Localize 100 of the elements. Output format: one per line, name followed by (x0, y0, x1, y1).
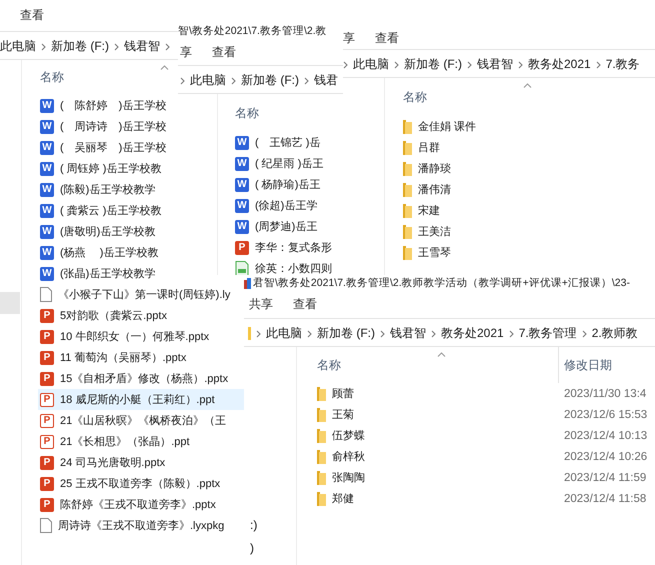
presentation-file-icon: P (40, 330, 54, 344)
breadcrumb-item[interactable]: 此电脑 (266, 325, 302, 342)
breadcrumb-item[interactable]: 教务处2021 (528, 56, 591, 73)
file-row[interactable]: 吕群 (401, 137, 440, 158)
presentation-file-icon: P (40, 498, 54, 512)
file-row[interactable]: P 李华：复式条形 (233, 237, 332, 258)
file-row[interactable]: W (唐敬明)岳王学校教 (38, 221, 156, 242)
file-row[interactable]: P 5对韵歌（龚紫云.pptx (38, 305, 167, 326)
file-row[interactable]: W (徐超)岳王学 (233, 195, 318, 216)
breadcrumb-item[interactable]: 此电脑 (353, 56, 389, 73)
column-header[interactable]: 名称 (403, 88, 427, 106)
file-row[interactable]: W (周梦迪)岳王 (233, 216, 318, 237)
column-header[interactable]: 名称 (40, 69, 64, 86)
ribbon-tab[interactable]: 查看 (293, 296, 317, 313)
ribbon-tab[interactable]: 共享 (249, 296, 273, 313)
file-row[interactable]: W ( 吴丽琴 )岳王学校 (38, 137, 166, 158)
breadcrumb-item[interactable]: 7.教务 (606, 56, 640, 73)
file-name: ( 吴丽琴 )岳王学校 (60, 141, 166, 155)
ribbon-tab[interactable]: 查看 (212, 44, 236, 61)
file-row[interactable]: 王菊 2023/12/6 15:53 (315, 404, 648, 425)
chevron-icon (582, 330, 587, 338)
file-row[interactable]: P 25 王戎不取道旁李（陈毅）.pptx (38, 473, 220, 494)
file-row[interactable]: W (张晶)岳王学校教学 (38, 263, 156, 284)
file-name: 王菊 (332, 408, 354, 422)
file-row[interactable]: 潘伟清 (401, 179, 451, 200)
chevron-icon (431, 330, 436, 338)
file-name: 潘伟清 (418, 183, 451, 197)
presentation-file-icon: P (40, 434, 54, 448)
file-row[interactable]: P 11 葡萄沟（吴丽琴）.pptx (38, 347, 186, 368)
file-row[interactable]: W ( 王锦艺 )岳 (233, 132, 320, 153)
file-name: 5对韵歌（龚紫云.pptx (60, 308, 167, 323)
ribbon-tab[interactable]: 查看 (20, 7, 44, 24)
file-name: 王雪琴 (418, 246, 451, 260)
modified-date: 2023/12/4 10:13 (563, 430, 648, 442)
file-row[interactable]: W ( 纪星雨 )岳王 (233, 153, 324, 174)
nav-item[interactable]: ) (244, 537, 254, 560)
nav-item[interactable] (0, 292, 20, 314)
breadcrumb-item[interactable]: 新加卷 (F:) (51, 38, 109, 55)
presentation-file-icon: P (40, 350, 54, 364)
file-row[interactable]: P 21《山居秋暝》《枫桥夜泊》（王 (38, 410, 226, 431)
breadcrumb-item[interactable]: 钱君智 (477, 56, 513, 73)
folder-icon (403, 119, 412, 134)
column-header[interactable]: 名称 (235, 104, 259, 122)
presentation-file-icon: P (40, 372, 54, 386)
nav-item[interactable]: :) (244, 514, 258, 537)
breadcrumb-item[interactable]: 7.教务管理 (518, 325, 577, 342)
file-row[interactable]: W (杨燕 )岳王学校教 (38, 242, 158, 263)
ribbon-tab[interactable]: 享 (180, 44, 192, 61)
file-row[interactable]: W ( 周钰婷 )岳王学校教 (38, 158, 162, 179)
breadcrumb-item[interactable]: 新加卷 (F:) (241, 72, 299, 89)
modified-date: 2023/11/30 13:4 (563, 388, 646, 400)
folder-icon (317, 491, 326, 506)
word-file-icon: W (235, 220, 249, 234)
folder-icon (317, 470, 326, 485)
file-row[interactable]: 张陶陶 2023/12/4 11:59 (315, 467, 646, 488)
file-row[interactable]: 顾蕾 2023/11/30 13:4 (315, 383, 646, 404)
file-row[interactable]: P 陈舒婷《王戎不取道旁李》.pptx (38, 494, 216, 515)
file-name: 24 司马光唐敬明.pptx (60, 456, 166, 470)
file-row[interactable]: 宋建 (401, 200, 440, 221)
breadcrumb-item[interactable]: 新加卷 (F:) (317, 325, 375, 342)
file-row[interactable]: W ( 周诗诗 )岳王学校 (38, 116, 166, 137)
file-row[interactable]: 伍梦蝶 2023/12/4 10:13 (315, 425, 648, 446)
file-row[interactable]: 王雪琴 (401, 242, 451, 263)
file-row[interactable]: 王美洁 (401, 221, 451, 242)
breadcrumb-item[interactable]: 此电脑 (190, 72, 226, 89)
column-header[interactable]: 名称 (317, 356, 341, 374)
file-row[interactable]: W ( 龚紫云 )岳王学校教 (38, 200, 162, 221)
file-row[interactable]: P 24 司马光唐敬明.pptx (38, 452, 166, 473)
file-name: 15《自相矛盾》修改（杨燕）.pptx (60, 372, 228, 386)
file-name: 张陶陶 (332, 471, 365, 485)
breadcrumb-item[interactable]: 此电脑 (0, 38, 36, 55)
file-row[interactable]: W ( 杨静瑜)岳王 (233, 174, 320, 195)
breadcrumb-item[interactable]: 钱君智 (124, 38, 160, 55)
file-name: 顾蕾 (332, 386, 354, 401)
folder-icon (403, 140, 412, 155)
ribbon-tab[interactable]: 查看 (375, 30, 399, 47)
file-row[interactable]: P 10 牛郎织女（一）何雅琴.pptx (38, 326, 210, 347)
file-row[interactable]: W (陈毅)岳王学校教学 (38, 179, 156, 200)
ribbon-tab[interactable]: 享 (343, 30, 355, 47)
file-name: 10 牛郎织女（一）何雅琴.pptx (60, 330, 210, 344)
file-row[interactable]: 徐英：小数四则 (233, 258, 332, 275)
breadcrumb-item[interactable]: 新加卷 (F:) (404, 56, 462, 73)
file-row[interactable]: P 15《自相矛盾》修改（杨燕）.pptx (38, 368, 228, 389)
file-row[interactable]: P 21《长相思》（张晶）.ppt (38, 431, 190, 452)
breadcrumb-item[interactable]: 2.教师教 (592, 325, 638, 342)
file-row[interactable]: 周诗诗《王戎不取道旁李》.lyxpkg (38, 515, 224, 536)
file-name: ( 陈舒婷 )岳王学校 (60, 99, 166, 113)
word-file-icon: W (235, 136, 249, 150)
file-row[interactable]: W ( 陈舒婷 )岳王学校 (38, 95, 166, 116)
word-file-icon: W (40, 246, 54, 260)
file-row[interactable]: P 18 威尼斯的小艇（王莉红）.ppt (38, 389, 244, 410)
breadcrumb-item[interactable]: 钱君 (314, 72, 338, 89)
file-row[interactable]: 郑健 2023/12/4 11:58 (315, 488, 646, 509)
breadcrumb-item[interactable]: 教务处2021 (441, 325, 504, 342)
file-row[interactable]: 潘静琰 (401, 158, 451, 179)
file-row[interactable]: 《小猴子下山》第一课时(周钰婷).ly (38, 284, 230, 305)
breadcrumb-item[interactable]: 钱君智 (390, 325, 426, 342)
column-header[interactable]: 修改日期 (564, 356, 612, 374)
file-row[interactable]: 俞梓秋 2023/12/4 10:26 (315, 446, 648, 467)
file-row[interactable]: 金佳娟 课件 (401, 116, 476, 137)
